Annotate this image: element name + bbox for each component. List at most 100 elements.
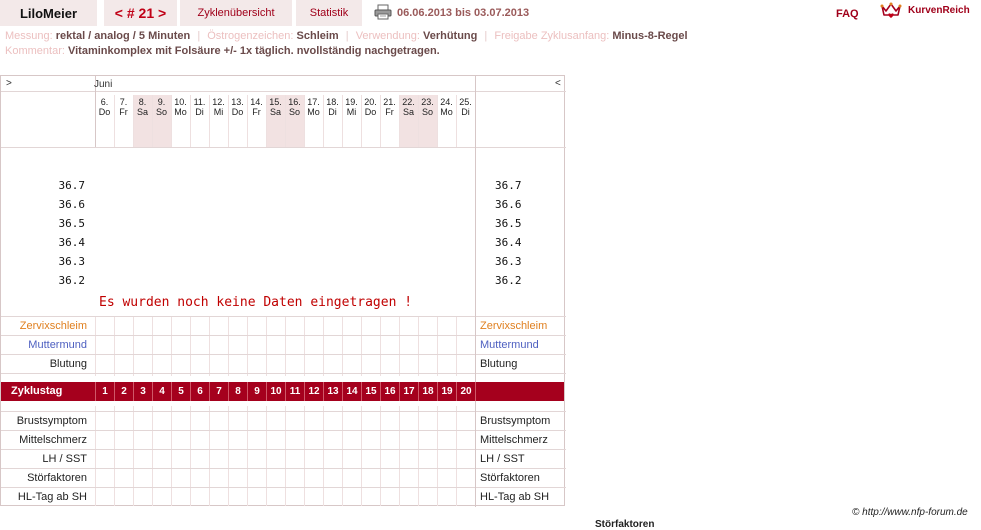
day-column-line [380, 316, 381, 376]
day-label: 22. Sa [399, 97, 418, 117]
oestrogen-label: Östrogenzeichen: [207, 30, 294, 42]
temp-tick-right: 36.3 [495, 255, 522, 268]
day-number: 7. [119, 97, 128, 107]
day-label: 10. Mo [171, 97, 190, 117]
row-label-hl-tag[interactable]: HL-Tag ab SH [1, 491, 87, 503]
day-number: 12. [212, 97, 225, 107]
tab-statistik[interactable]: Statistik [296, 0, 362, 26]
cycle-day-number: 8 [228, 382, 247, 401]
temp-tick-left: 36.6 [58, 198, 86, 211]
day-number: 15. [269, 97, 282, 107]
day-column-line [247, 406, 248, 506]
temp-tick-right: 36.6 [495, 198, 522, 211]
row-label-stoerfaktoren-right[interactable]: Störfaktoren [480, 472, 566, 484]
day-label: 6. Do [95, 97, 114, 117]
day-number: 24. [440, 97, 453, 107]
row-label-muttermund[interactable]: Muttermund [1, 339, 87, 351]
separator: | [484, 30, 488, 42]
user-name-tab[interactable]: LiloMeier [0, 0, 97, 26]
brand-link[interactable]: KurvenReich [908, 5, 970, 16]
row-label-lh-sst[interactable]: LH / SST [1, 453, 87, 465]
row-label-brustsymptom-right[interactable]: Brustsymptom [480, 415, 566, 427]
weekday: Sa [269, 107, 281, 117]
weekday: Do [364, 107, 377, 117]
tab-zyklenuebersicht[interactable]: Zyklenübersicht [180, 0, 292, 26]
cycle-day-number: 17 [399, 382, 418, 401]
day-column-line [228, 316, 229, 376]
day-label: 16. So [285, 97, 304, 117]
row-line [1, 449, 566, 450]
top-navigation: LiloMeier < # 21 > Zyklenübersicht Stati… [0, 0, 981, 28]
row-label-stoerfaktoren[interactable]: Störfaktoren [1, 472, 87, 484]
day-column-line [266, 316, 267, 376]
cycle-navigation[interactable]: < # 21 > [104, 0, 177, 26]
day-column-line [304, 406, 305, 506]
day-column-line [323, 316, 324, 376]
temp-tick-right: 36.7 [495, 179, 522, 192]
day-number: 6. [100, 97, 109, 107]
row-label-muttermund-right[interactable]: Muttermund [480, 339, 566, 351]
day-number: 25. [459, 97, 472, 107]
printer-icon[interactable] [374, 4, 392, 20]
day-column-line [304, 316, 305, 376]
measurement-info: Messung: rektal / analog / 5 Minuten | Ö… [5, 30, 688, 42]
nav-next-button[interactable]: > [6, 78, 12, 89]
day-column-line [190, 406, 191, 506]
weekday: So [288, 107, 300, 117]
weekday: Mo [307, 107, 320, 117]
day-column-line [437, 406, 438, 506]
day-label: 7. Fr [114, 97, 133, 117]
row-line [1, 373, 566, 374]
row-line [1, 487, 566, 488]
cycle-period: 06.06.2013 bis 03.07.2013 [397, 7, 530, 19]
separator: | [197, 30, 201, 42]
day-number: 14. [250, 97, 263, 107]
weekday: Di [461, 107, 470, 117]
row-label-hl-tag-right[interactable]: HL-Tag ab SH [480, 491, 566, 503]
nav-prev-button[interactable]: < [555, 78, 561, 89]
divider [475, 382, 476, 401]
weekday: Sa [136, 107, 148, 117]
day-label: 13. Do [228, 97, 247, 117]
crown-heart-icon[interactable] [880, 2, 902, 20]
row-label-zervixschleim-right[interactable]: Zervixschleim [480, 320, 566, 332]
day-label: 17. Mo [304, 97, 323, 117]
day-column-line [361, 316, 362, 376]
row-label-zervixschleim[interactable]: Zervixschleim [1, 320, 87, 332]
month-label: Juni [94, 79, 113, 90]
row-label-brustsymptom[interactable]: Brustsymptom [1, 415, 87, 427]
day-number: 9. [157, 97, 166, 107]
temp-tick-right: 36.5 [495, 217, 522, 230]
row-label-blutung-right[interactable]: Blutung [480, 358, 566, 370]
cycle-day-bar: Zyklustag 1 2 3 4 5 6 7 8 9 10 11 12 13 14 15 16 17 18 19 2… [1, 382, 564, 401]
day-column-line [190, 316, 191, 376]
day-column-line [418, 316, 419, 376]
day-label: 20. Do [361, 97, 380, 117]
day-column-line [171, 406, 172, 506]
cycle-day-number: 6 [190, 382, 209, 401]
weekday: Fr [385, 107, 394, 117]
faq-link[interactable]: FAQ [836, 8, 859, 20]
weekday: So [421, 107, 433, 117]
weekday: So [155, 107, 167, 117]
row-label-blutung[interactable]: Blutung [1, 358, 87, 370]
weekday: Mi [213, 107, 224, 117]
day-column-line [399, 406, 400, 506]
day-column-line [456, 406, 457, 506]
day-label: 18. Di [323, 97, 342, 117]
row-label-lh-sst-right[interactable]: LH / SST [480, 453, 566, 465]
day-number: 11. [193, 97, 206, 107]
row-line [1, 91, 566, 92]
day-column-line [152, 406, 153, 506]
cycle-day-number: 1 [95, 382, 114, 401]
kommentar-value: Vitaminkomplex mit Folsäure +/- 1x tägli… [67, 45, 440, 57]
day-number: 17. [307, 97, 320, 107]
day-column-line [399, 316, 400, 376]
day-label: 12. Mi [209, 97, 228, 117]
weekday: Di [195, 107, 204, 117]
row-label-mittelschmerz[interactable]: Mittelschmerz [1, 434, 87, 446]
row-label-mittelschmerz-right[interactable]: Mittelschmerz [480, 434, 566, 446]
row-line [1, 468, 566, 469]
day-label: 9. So [152, 97, 171, 117]
day-column-line [266, 406, 267, 506]
